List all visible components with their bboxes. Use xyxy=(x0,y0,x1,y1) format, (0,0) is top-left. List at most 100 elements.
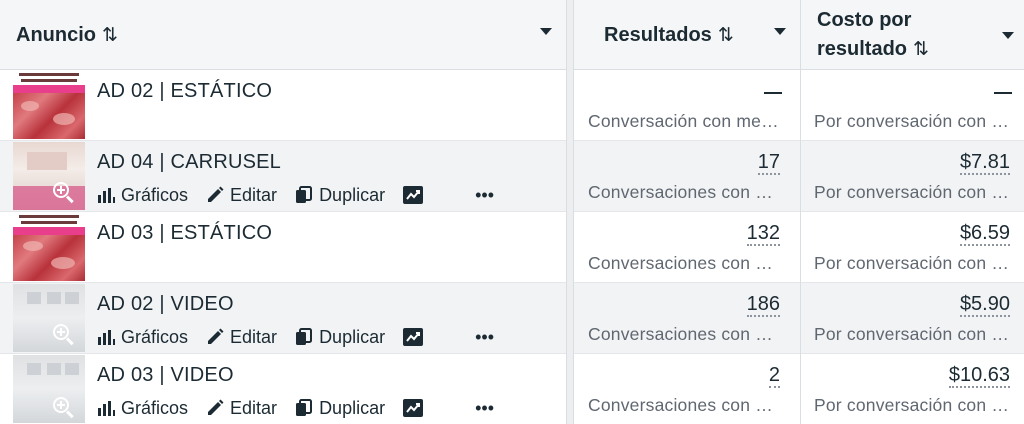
trend-chart-icon xyxy=(403,186,424,204)
cost-subtext: Por conversación con mensajes iniciada xyxy=(814,111,1010,131)
cost-cell: $5.90 Por conversación con mensajes inic… xyxy=(801,283,1024,354)
results-value[interactable]: 186 xyxy=(746,294,780,317)
bar-chart-icon xyxy=(98,188,115,203)
duplicate-label: Duplicar xyxy=(319,326,386,347)
more-dots-icon: ••• xyxy=(475,326,494,347)
duplicate-icon xyxy=(296,328,313,345)
results-cell: 132 Conversaciones con mensajes iniciada… xyxy=(574,212,800,283)
results-value[interactable]: 17 xyxy=(757,152,780,175)
duplicate-label: Duplicar xyxy=(319,397,386,418)
sort-icon[interactable]: ⇅ xyxy=(718,24,734,47)
ad-thumbnail[interactable] xyxy=(13,355,85,423)
column-header-cost-label: Costo por resultado ⇅ xyxy=(817,6,929,64)
column-header-cost-line1: Costo por xyxy=(817,9,912,31)
table-row[interactable]: AD 02 | ESTÁTICO Conversación con mensaj… xyxy=(0,70,1024,141)
dropdown-caret-icon[interactable] xyxy=(774,28,786,35)
ad-name[interactable]: AD 02 | VIDEO xyxy=(97,293,234,316)
duplicate-button[interactable]: Duplicar xyxy=(295,185,385,206)
more-options-button[interactable]: ••• xyxy=(475,398,494,419)
results-subtext: Conversaciones con mensajes iniciadas xyxy=(588,324,786,344)
ad-thumbnail[interactable] xyxy=(13,71,85,139)
column-header-cost[interactable]: Costo por resultado ⇅ xyxy=(801,0,1024,70)
cost-cell: Por conversación con mensajes iniciada xyxy=(801,70,1024,141)
edit-button[interactable]: Editar xyxy=(206,327,277,348)
more-options-button[interactable]: ••• xyxy=(475,327,494,348)
table-header: Anuncio ⇅ Resultados ⇅ Costo por resulta… xyxy=(0,0,1024,70)
cost-value[interactable]: $7.81 xyxy=(959,152,1010,175)
table-row[interactable]: AD 02 | VIDEO Gráficos Editar Duplicar •… xyxy=(0,283,1024,354)
zoom-in-icon[interactable] xyxy=(53,397,75,419)
charts-button[interactable]: Gráficos xyxy=(97,185,188,206)
trend-button[interactable] xyxy=(403,399,429,417)
results-cell: 186 Conversaciones con mensajes iniciada… xyxy=(574,283,800,354)
zoom-in-icon[interactable] xyxy=(53,182,75,204)
sort-icon[interactable]: ⇅ xyxy=(913,39,929,60)
edit-label: Editar xyxy=(230,184,278,205)
column-header-ad[interactable]: Anuncio ⇅ xyxy=(0,0,566,70)
cost-subtext: Por conversación con mensajes iniciada xyxy=(814,324,1010,344)
column-resize-handle[interactable] xyxy=(566,0,574,424)
more-dots-icon: ••• xyxy=(475,184,494,205)
ad-name[interactable]: AD 04 | CARRUSEL xyxy=(97,151,281,174)
zoom-in-icon[interactable] xyxy=(53,324,75,346)
results-cell: Conversación con mensajes iniciada xyxy=(574,70,800,141)
ad-thumbnail[interactable] xyxy=(13,284,85,352)
more-options-button[interactable]: ••• xyxy=(475,185,494,206)
duplicate-icon xyxy=(296,186,313,203)
ad-name[interactable]: AD 03 | VIDEO xyxy=(97,364,234,387)
results-empty-dash xyxy=(764,92,782,94)
edit-label: Editar xyxy=(230,326,278,347)
sort-icon[interactable]: ⇅ xyxy=(102,24,118,47)
charts-button[interactable]: Gráficos xyxy=(97,327,188,348)
dropdown-caret-icon[interactable] xyxy=(540,28,552,35)
column-header-ad-label: Anuncio xyxy=(16,23,96,46)
table-row[interactable]: AD 04 | CARRUSEL Gráficos Editar Duplica… xyxy=(0,141,1024,212)
cost-subtext: Por conversación con mensajes iniciada xyxy=(814,182,1010,202)
cost-subtext: Por conversación con mensajes iniciada xyxy=(814,395,1010,415)
row-actions: Gráficos Editar Duplicar ••• xyxy=(97,397,512,419)
results-subtext: Conversaciones con mensajes iniciadas xyxy=(588,182,786,202)
ad-thumbnail[interactable] xyxy=(13,213,85,281)
trend-chart-icon xyxy=(403,328,424,346)
cost-value[interactable]: $6.59 xyxy=(959,223,1010,246)
results-value[interactable]: 132 xyxy=(746,223,780,246)
trend-chart-icon xyxy=(403,399,424,417)
charts-button[interactable]: Gráficos xyxy=(97,398,188,419)
ad-name[interactable]: AD 03 | ESTÁTICO xyxy=(97,222,272,245)
table-row[interactable]: AD 03 | VIDEO Gráficos Editar Duplicar •… xyxy=(0,354,1024,424)
cost-value[interactable]: $10.63 xyxy=(948,365,1010,388)
trend-button[interactable] xyxy=(403,328,429,346)
column-header-results[interactable]: Resultados ⇅ xyxy=(574,0,800,70)
column-header-cost-line2: resultado ⇅ xyxy=(817,35,929,64)
charts-label: Gráficos xyxy=(121,184,189,205)
duplicate-button[interactable]: Duplicar xyxy=(295,398,385,419)
duplicate-label: Duplicar xyxy=(319,184,386,205)
charts-label: Gráficos xyxy=(121,326,189,347)
more-dots-icon: ••• xyxy=(475,397,494,418)
cost-value[interactable]: $5.90 xyxy=(959,294,1010,317)
ad-name[interactable]: AD 02 | ESTÁTICO xyxy=(97,80,272,103)
ad-thumbnail[interactable] xyxy=(13,142,85,210)
edit-button[interactable]: Editar xyxy=(206,398,277,419)
results-subtext: Conversaciones con mensajes iniciadas xyxy=(588,395,786,415)
cost-cell: $6.59 Por conversación con mensajes inic… xyxy=(801,212,1024,283)
bar-chart-icon xyxy=(98,330,115,345)
bar-chart-icon xyxy=(98,401,115,416)
pencil-icon xyxy=(208,399,224,415)
thumbnail-meat xyxy=(13,93,85,139)
results-subtext: Conversación con mensajes iniciada xyxy=(588,111,786,131)
dropdown-caret-icon[interactable] xyxy=(1002,32,1014,39)
thumbnail-sign xyxy=(27,152,67,170)
results-value[interactable]: 2 xyxy=(768,365,780,388)
edit-button[interactable]: Editar xyxy=(206,185,277,206)
ads-table: Anuncio ⇅ Resultados ⇅ Costo por resulta… xyxy=(0,0,1024,424)
row-actions: Gráficos Editar Duplicar ••• xyxy=(97,326,512,348)
cost-cell: $7.81 Por conversación con mensajes inic… xyxy=(801,141,1024,212)
table-row[interactable]: AD 03 | ESTÁTICO 132 Conversaciones con … xyxy=(0,212,1024,283)
cost-empty-dash xyxy=(994,92,1012,94)
charts-label: Gráficos xyxy=(121,397,189,418)
duplicate-button[interactable]: Duplicar xyxy=(295,327,385,348)
thumbnail-meat xyxy=(13,235,85,281)
column-header-cost-line2-text: resultado xyxy=(817,38,908,60)
trend-button[interactable] xyxy=(403,186,429,204)
